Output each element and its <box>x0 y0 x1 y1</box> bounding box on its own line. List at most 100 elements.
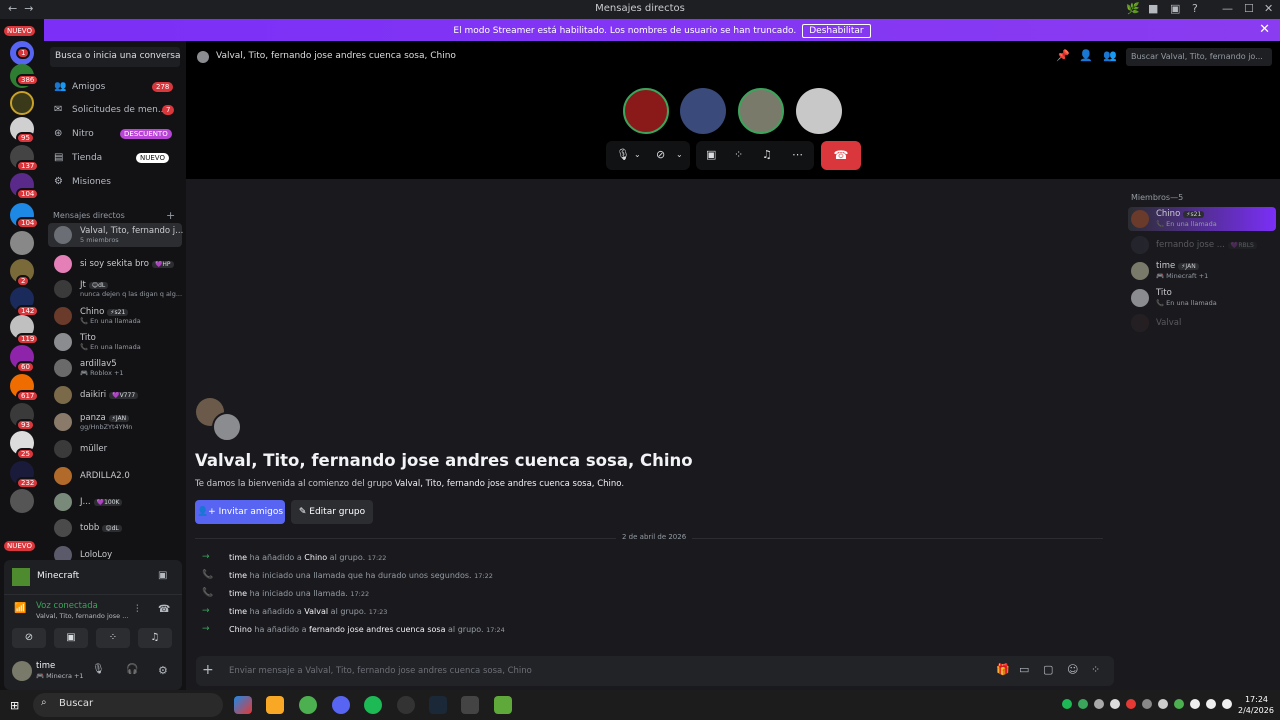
invite-friends-button[interactable]: 👤+ Invitar amigos <box>195 500 285 524</box>
disconnect-icon[interactable]: ☎ <box>158 604 170 615</box>
call-participant-avatar[interactable] <box>680 88 726 134</box>
minecraft-launcher-icon[interactable] <box>461 696 479 714</box>
member-item[interactable]: Valval <box>1128 311 1276 335</box>
bookmark-icon[interactable]: ■ <box>1148 2 1158 15</box>
screen-share-icon[interactable]: ▣ <box>706 148 716 161</box>
window-icon[interactable]: ▣ <box>1170 2 1180 15</box>
message-author[interactable]: time <box>229 589 247 598</box>
message-author[interactable]: time <box>229 571 247 580</box>
server-icon[interactable] <box>10 231 34 255</box>
search-input[interactable]: Busca o inicia una conversaci... <box>50 47 180 67</box>
noise-suppression-icon[interactable]: ⫶ <box>136 604 139 615</box>
server-icon[interactable] <box>10 91 34 115</box>
steam-icon[interactable] <box>429 696 447 714</box>
clock[interactable]: 17:24 2/4/2026 <box>1238 694 1274 716</box>
soundboard-button[interactable]: ♫ <box>138 628 172 648</box>
sidebar-item-quests[interactable]: ⚙ Misiones <box>50 172 180 194</box>
sidebar-item-shop[interactable]: ▤ Tienda NUEVO <box>50 148 180 170</box>
wifi-icon[interactable] <box>1190 699 1200 709</box>
discord-icon[interactable] <box>332 696 350 714</box>
stream-icon[interactable]: ▣ <box>158 570 167 581</box>
message-target[interactable]: Chino <box>304 553 327 562</box>
file-explorer-icon[interactable] <box>266 696 284 714</box>
volume-icon[interactable] <box>1206 699 1216 709</box>
windows-start-icon[interactable]: ⊞ <box>10 699 19 712</box>
github-icon[interactable] <box>397 696 415 714</box>
voice-channel[interactable]: Valval, Tito, fernando jose ... <box>36 612 128 620</box>
call-participant-avatar[interactable] <box>796 88 842 134</box>
dm-item[interactable]: si soy sekita bro 💜HP <box>48 252 182 276</box>
chevron-down-icon[interactable]: ⌄ <box>676 150 683 159</box>
member-item[interactable]: fernando jose ... 💜RBLS <box>1128 233 1276 257</box>
disable-streamer-button[interactable]: Deshabilitar <box>802 24 871 38</box>
pin-icon[interactable]: 📌 <box>1056 49 1070 62</box>
tray-icon[interactable] <box>1174 699 1184 709</box>
activities-button[interactable]: ⁘ <box>96 628 130 648</box>
dm-item[interactable]: Chino ⚡s21 📞 En una llamada <box>48 304 182 328</box>
dm-item[interactable]: Jt 😊dL nunca dejen q las digan q alg... <box>48 277 182 301</box>
help-icon[interactable]: ? <box>1192 2 1198 15</box>
message-target[interactable]: Valval <box>304 607 328 616</box>
sidebar-item-friends[interactable]: 👥 Amigos 278 <box>50 77 180 99</box>
sidebar-item-message-requests[interactable]: ✉ Solicitudes de men... 7 <box>50 100 180 122</box>
soundboard-icon[interactable]: ♫ <box>762 148 772 161</box>
microphone-icon[interactable]: 🎙 <box>616 148 630 161</box>
edit-group-button[interactable]: ✎ Editar grupo <box>291 500 373 524</box>
gear-icon[interactable]: ⚙ <box>158 664 168 677</box>
dm-item[interactable]: Tito 📞 En una llamada <box>48 330 182 354</box>
hang-up-button[interactable]: ☎ <box>821 141 861 170</box>
members-icon[interactable]: 👥 <box>1103 49 1117 62</box>
camera-off-button[interactable]: ⊘ <box>12 628 46 648</box>
emoji-icon[interactable]: ☺ <box>1067 663 1078 676</box>
tray-icon[interactable] <box>1110 699 1120 709</box>
call-participant-avatar[interactable] <box>623 88 669 134</box>
headphones-icon[interactable]: 🎧 <box>126 664 138 675</box>
apps-icon[interactable]: ⁘ <box>1091 663 1100 676</box>
dm-item[interactable]: ARDILLA2.0 <box>48 464 182 488</box>
dm-item[interactable]: daikiri 💜V777 <box>48 383 182 407</box>
attach-icon[interactable]: + <box>202 662 214 678</box>
screen-share-button[interactable]: ▣ <box>54 628 88 648</box>
member-item[interactable]: Chino ⚡s21 📞 En una llamada <box>1128 207 1276 231</box>
voice-status[interactable]: Voz conectada <box>36 601 98 611</box>
taskbar-search[interactable]: ⌕ Buscar <box>33 693 223 717</box>
tray-icon[interactable] <box>1158 699 1168 709</box>
server-icon[interactable] <box>10 489 34 513</box>
gift-icon[interactable]: 🎁 <box>996 663 1010 676</box>
message-author[interactable]: time <box>229 607 247 616</box>
dm-item[interactable]: müller <box>48 437 182 461</box>
create-dm-icon[interactable]: + <box>166 209 175 222</box>
camera-off-icon[interactable]: ⊘ <box>656 148 665 161</box>
close-window-button[interactable]: ✕ <box>1264 2 1273 15</box>
dm-item[interactable]: ardillav5 🎮 Roblox +1 <box>48 356 182 380</box>
add-member-icon[interactable]: 👤 <box>1079 49 1093 62</box>
message-input[interactable]: Enviar mensaje a Valval, Tito, fernando … <box>229 666 532 676</box>
activities-icon[interactable]: ⁘ <box>734 148 743 161</box>
close-icon[interactable]: ✕ <box>1259 22 1270 37</box>
call-participant-avatar[interactable] <box>738 88 784 134</box>
microphone-icon[interactable]: 🎙 <box>92 664 105 675</box>
sidebar-item-nitro[interactable]: ⊛ Nitro DESCUENTO <box>50 124 180 146</box>
search-input[interactable]: Buscar Valval, Tito, fernando jo... <box>1126 48 1272 66</box>
minecraft-icon[interactable] <box>494 696 512 714</box>
gif-icon[interactable]: ▭ <box>1019 663 1029 676</box>
member-item[interactable]: time ⚡JAN 🎮 Minecraft +1 <box>1128 259 1276 283</box>
tray-icon[interactable] <box>1142 699 1152 709</box>
tray-icon[interactable] <box>1094 699 1104 709</box>
battery-icon[interactable] <box>1222 699 1232 709</box>
message-target[interactable]: fernando jose andres cuenca sosa <box>309 625 445 634</box>
inbox-icon[interactable]: 🌿 <box>1126 2 1140 15</box>
dm-item[interactable]: panza ⚡JAN gg/HnbZYt4YMn <box>48 410 182 434</box>
message-author[interactable]: time <box>229 553 247 562</box>
sticker-icon[interactable]: ▢ <box>1043 663 1053 676</box>
chrome-icon[interactable] <box>299 696 317 714</box>
dm-item[interactable]: Valval, Tito, fernando j... 5 miembros <box>48 223 183 247</box>
message-author[interactable]: Chino <box>229 625 252 634</box>
username[interactable]: time <box>36 661 55 671</box>
member-item[interactable]: Tito 📞 En una llamada <box>1128 286 1276 310</box>
minimize-button[interactable]: — <box>1222 2 1233 15</box>
more-icon[interactable]: ⋯ <box>792 148 803 161</box>
chevron-down-icon[interactable]: ⌄ <box>634 150 641 159</box>
spotify-tray-icon[interactable] <box>1062 699 1072 709</box>
spotify-icon[interactable] <box>364 696 382 714</box>
